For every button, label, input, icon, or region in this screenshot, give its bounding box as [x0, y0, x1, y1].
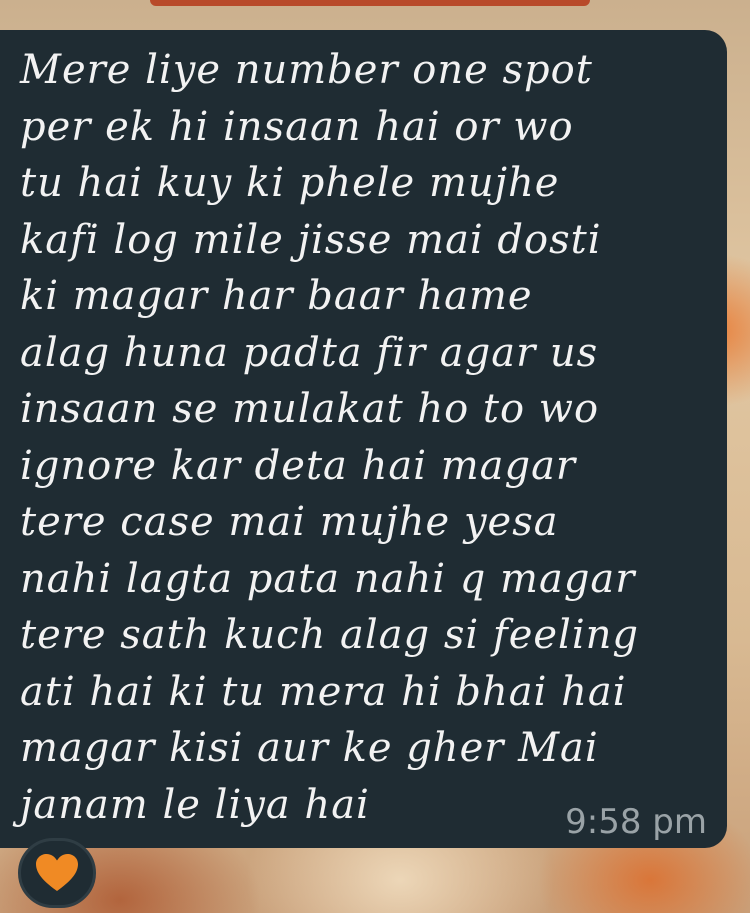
message-line: magar kisi aur ke gher Mai [20, 725, 599, 771]
message-line: insaan se mulakat ho to wo [20, 386, 600, 432]
message-bubble[interactable]: Mere liye number one spot per ek hi insa… [0, 30, 727, 848]
message-line: ignore kar deta hai magar [20, 442, 577, 489]
message-line: ati hai ki tu mera hi bhai hai [20, 668, 627, 715]
message-line: per ek hi insaan hai or wo [20, 103, 574, 150]
message-line: ki magar har baar hame [20, 273, 533, 319]
message-line: tu hai kuy ki phele mujhe [20, 160, 560, 206]
message-line: tere sath kuch alag si feeling [20, 612, 640, 658]
reaction-badge[interactable] [18, 838, 96, 908]
message-line: kafi log mile jisse mai dosti [20, 216, 602, 263]
message-timestamp: 9:58 pm [565, 802, 707, 842]
previous-message-edge [150, 0, 590, 6]
message-line: nahi lagta pata nahi q magar [20, 555, 636, 602]
message-line: alag huna padta fir agar us [20, 329, 599, 376]
message-text: Mere liye number one spot per ek hi insa… [20, 42, 707, 833]
orange-heart-icon [36, 854, 78, 891]
message-line: tere case mai mujhe yesa [20, 499, 559, 545]
message-line: Mere liye number one spot [20, 47, 593, 93]
